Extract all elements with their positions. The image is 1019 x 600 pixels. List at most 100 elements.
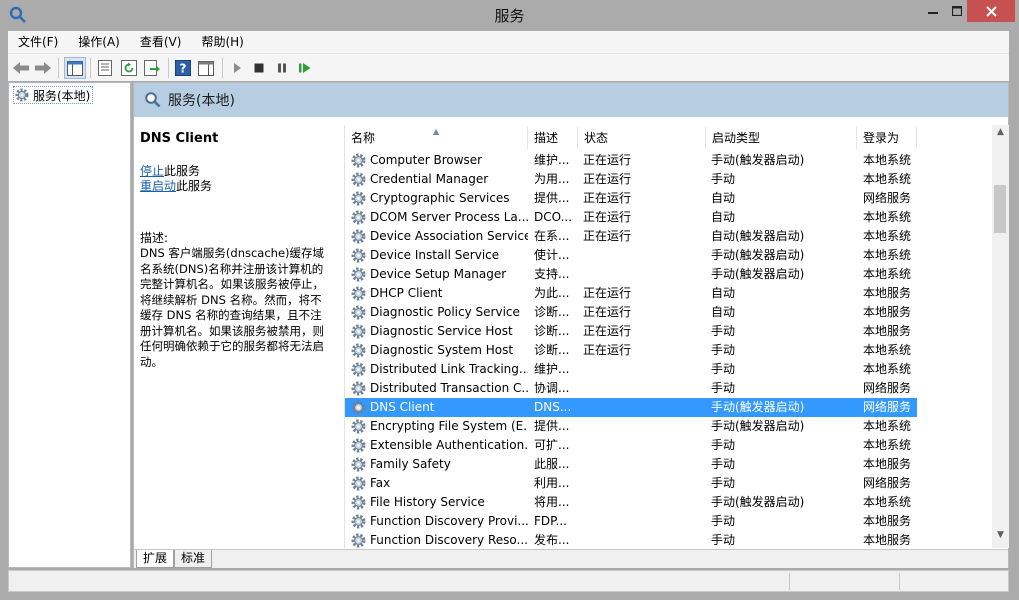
cell-status bbox=[583, 493, 683, 512]
table-row[interactable]: Fax 利用... 手动 网络服务 bbox=[345, 474, 917, 493]
cell-name: Credential Manager bbox=[370, 172, 489, 186]
table-row[interactable]: Function Discovery Reso... 发布... 手动 本地服务 bbox=[345, 531, 917, 548]
title-bar[interactable]: 服务 bbox=[0, 0, 1019, 30]
maximize-button[interactable] bbox=[946, 0, 967, 22]
export-list-button[interactable] bbox=[141, 57, 163, 79]
cell-desc: 支持... bbox=[534, 267, 570, 281]
table-row[interactable]: Device Setup Manager 支持... 手动(触发器启动) 本地系统 bbox=[345, 265, 917, 284]
show-action-pane-button[interactable] bbox=[195, 57, 217, 79]
table-row[interactable]: File History Service 将用... 手动(触发器启动) 本地系统 bbox=[345, 493, 917, 512]
services-gear-icon bbox=[15, 88, 29, 102]
stop-service-link[interactable]: 停止 bbox=[140, 164, 164, 178]
cell-start: 手动(触发器启动) bbox=[711, 267, 805, 281]
menu-file[interactable]: 文件(F) bbox=[8, 31, 68, 53]
table-row[interactable]: Encrypting File System (E... 提供... 手动(触发器启… bbox=[345, 417, 917, 436]
cell-logon: 本地系统 bbox=[863, 343, 912, 357]
cell-logon: 本地系统 bbox=[863, 229, 912, 243]
tree-node-label: 服务(本地) bbox=[33, 88, 91, 103]
table-row[interactable]: Extensible Authentication... 可扩... 手动 本地系统 bbox=[345, 436, 917, 455]
cell-start: 手动(触发器启动) bbox=[711, 248, 805, 262]
service-gear-icon bbox=[351, 457, 366, 472]
table-row[interactable]: Distributed Transaction C... 协调... 手动 网络服务 bbox=[345, 379, 917, 398]
toolbar: ? bbox=[8, 53, 1009, 81]
cell-name: Function Discovery Provi... bbox=[370, 514, 528, 528]
tab-standard[interactable]: 标准 bbox=[174, 550, 213, 568]
show-console-tree-button[interactable] bbox=[64, 57, 86, 79]
service-gear-icon bbox=[351, 400, 366, 415]
table-row[interactable]: Cryptographic Services 提供... 正在运行 自动 网络服务 bbox=[345, 189, 917, 208]
description-text: DNS 客户端服务(dnscache)缓存域名系统(DNS)名称并注册该计算机的… bbox=[140, 246, 325, 369]
stop-service-button[interactable] bbox=[248, 57, 270, 79]
cell-start: 自动(触发器启动) bbox=[711, 229, 805, 243]
column-header-status[interactable]: 状态 bbox=[578, 127, 706, 149]
cell-status: 正在运行 bbox=[583, 210, 632, 224]
service-gear-icon bbox=[351, 229, 366, 244]
back-button[interactable] bbox=[10, 57, 32, 79]
stop-service-suffix: 此服务 bbox=[164, 164, 201, 178]
restart-service-line: 重启动此服务 bbox=[140, 179, 333, 194]
description-label: 描述: bbox=[140, 231, 169, 245]
pause-service-button[interactable] bbox=[271, 57, 293, 79]
cell-logon: 本地服务 bbox=[863, 457, 912, 471]
cell-name: Fax bbox=[370, 476, 391, 490]
table-row[interactable]: Device Association Service 在系... 正在运行 自动(触发… bbox=[345, 227, 917, 246]
scroll-up-icon[interactable]: ▲ bbox=[992, 127, 1009, 143]
table-row[interactable]: Device Install Service 使计... 手动(触发器启动) 本地系统 bbox=[345, 246, 917, 265]
cell-start: 手动 bbox=[711, 438, 736, 452]
close-button[interactable] bbox=[967, 0, 1015, 22]
table-row[interactable]: Computer Browser 维护... 正在运行 手动(触发器启动) 本地系统 bbox=[345, 151, 917, 170]
start-service-button[interactable] bbox=[226, 57, 248, 79]
scrollbar-thumb[interactable] bbox=[994, 185, 1006, 233]
cell-desc: 提供... bbox=[534, 419, 570, 433]
table-row[interactable]: Diagnostic System Host 诊断... 正在运行 手动 本地系统 bbox=[345, 341, 917, 360]
cell-name: Device Setup Manager bbox=[370, 267, 507, 281]
refresh-button[interactable] bbox=[118, 57, 140, 79]
sort-ascending-icon: ▲ bbox=[433, 127, 440, 136]
toolbar-separator bbox=[222, 58, 223, 78]
toolbar-separator bbox=[90, 58, 91, 78]
table-row[interactable]: DNS Client DNS... 手动(触发器启动) 网络服务 bbox=[345, 398, 917, 417]
stop-service-icon bbox=[254, 63, 264, 73]
cell-logon: 本地服务 bbox=[863, 324, 912, 338]
column-header-startup-type[interactable]: 启动类型 bbox=[706, 127, 857, 149]
tree-node-services-local[interactable]: 服务(本地) bbox=[13, 86, 94, 104]
forward-button[interactable] bbox=[32, 57, 54, 79]
services-window: 服务 文件(F) 操作(A) 查看(V) 帮助(H) ? 服务(本地) 服务(本… bbox=[0, 0, 1019, 600]
cell-desc: FDP... bbox=[534, 514, 567, 528]
cell-name: Extensible Authentication... bbox=[370, 438, 528, 452]
table-row[interactable]: Family Safety 此服... 手动 本地服务 bbox=[345, 455, 917, 474]
table-row[interactable]: Diagnostic Service Host 诊断... 正在运行 手动 本地服务 bbox=[345, 322, 917, 341]
cell-start: 手动 bbox=[711, 172, 736, 186]
properties-button[interactable] bbox=[94, 57, 116, 79]
menu-action[interactable]: 操作(A) bbox=[68, 31, 130, 53]
restart-service-link[interactable]: 重启动 bbox=[140, 179, 176, 193]
menu-view[interactable]: 查看(V) bbox=[130, 31, 192, 53]
scroll-down-icon[interactable]: ▼ bbox=[992, 530, 1009, 546]
column-header-name[interactable]: 名称 ▲ bbox=[345, 127, 528, 149]
restart-service-button[interactable] bbox=[294, 57, 316, 79]
help-button[interactable]: ? bbox=[172, 57, 194, 79]
cell-start: 自动 bbox=[711, 286, 736, 300]
cell-name: Device Association Service bbox=[370, 229, 528, 243]
cell-logon: 本地服务 bbox=[863, 514, 912, 528]
cell-start: 自动 bbox=[711, 305, 736, 319]
menu-help[interactable]: 帮助(H) bbox=[191, 31, 253, 53]
vertical-scrollbar[interactable]: ▲ ▼ bbox=[992, 125, 1009, 548]
minimize-icon bbox=[928, 12, 938, 14]
table-row[interactable]: Credential Manager 为用... 正在运行 手动 本地系统 bbox=[345, 170, 917, 189]
cell-desc: 提供... bbox=[534, 191, 570, 205]
cell-status bbox=[583, 455, 683, 474]
cell-status: 正在运行 bbox=[583, 343, 632, 357]
table-row[interactable]: DHCP Client 为此... 正在运行 自动 本地服务 bbox=[345, 284, 917, 303]
table-row[interactable]: Diagnostic Policy Service 诊断... 正在运行 自动 本地服务 bbox=[345, 303, 917, 322]
minimize-button[interactable] bbox=[920, 0, 946, 22]
column-header-description[interactable]: 描述 bbox=[528, 127, 578, 149]
tab-extended[interactable]: 扩展 bbox=[136, 550, 175, 568]
table-row[interactable]: Function Discovery Provi... FDP... 手动 本地服务 bbox=[345, 512, 917, 531]
cell-status bbox=[583, 379, 683, 398]
properties-icon bbox=[98, 60, 112, 76]
cell-logon: 本地系统 bbox=[863, 362, 912, 376]
table-row[interactable]: Distributed Link Tracking... 维护... 手动 本地系统 bbox=[345, 360, 917, 379]
column-header-log-on-as[interactable]: 登录为 bbox=[857, 127, 917, 149]
table-row[interactable]: DCOM Server Process La... DCO... 正在运行 自动 本地系… bbox=[345, 208, 917, 227]
